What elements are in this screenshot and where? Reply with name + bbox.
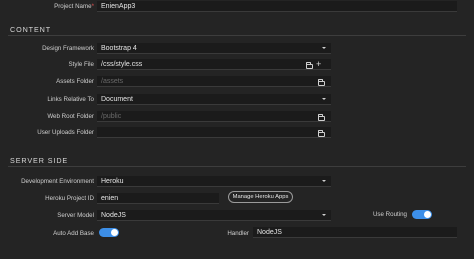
design-framework-select[interactable]: Bootstrap 4 (97, 43, 331, 54)
design-framework-label: Design Framework (42, 45, 94, 52)
design-framework-value: Bootstrap 4 (101, 45, 137, 52)
manage-heroku-apps-button[interactable]: Manage Heroku Apps (228, 191, 293, 203)
dev-environment-select[interactable]: Heroku (97, 176, 331, 187)
plus-icon[interactable]: + (316, 60, 321, 69)
assets-folder-input[interactable]: /assets (97, 76, 331, 87)
chevron-down-icon[interactable] (322, 47, 326, 49)
toggle-knob (111, 229, 118, 236)
server-side-section-heading: SERVER SIDE (10, 156, 69, 165)
server-model-label: Server Model (57, 212, 94, 219)
content-section-heading: CONTENT (10, 25, 52, 34)
chevron-down-icon[interactable] (322, 214, 326, 216)
heroku-project-id-label: Heroku Project ID (45, 195, 94, 202)
style-file-input[interactable]: /css/style.css (97, 59, 331, 70)
user-uploads-input[interactable] (97, 127, 331, 138)
auto-add-base-label: Auto Add Base (53, 230, 94, 237)
links-relative-value: Document (101, 96, 133, 103)
web-root-placeholder: /public (101, 113, 122, 120)
assets-folder-placeholder: /assets (101, 78, 124, 85)
links-relative-label: Links Relative To (47, 96, 94, 103)
server-side-divider (8, 166, 466, 167)
project-name-input[interactable]: EnienApp3 (97, 1, 457, 12)
project-name-text: Project Name (54, 3, 92, 10)
user-uploads-label: User Uploads Folder (37, 129, 94, 136)
style-file-value: /css/style.css (101, 61, 143, 68)
web-root-label: Web Root Folder (47, 113, 94, 120)
assets-folder-label: Assets Folder (56, 78, 94, 85)
project-name-value: EnienApp3 (101, 3, 136, 10)
heroku-project-id-value: enien (101, 195, 119, 202)
server-model-value: NodeJS (101, 212, 126, 219)
handler-label: Handler (227, 230, 249, 237)
required-mark: * (91, 3, 94, 10)
handler-input[interactable]: NodeJS (253, 227, 457, 238)
chevron-down-icon[interactable] (322, 98, 326, 100)
links-relative-select[interactable]: Document (97, 94, 331, 105)
folder-icon[interactable] (306, 62, 313, 69)
project-name-label: Project Name* (54, 3, 94, 10)
folder-icon[interactable] (318, 130, 325, 137)
dev-environment-label: Development Environment (21, 178, 94, 185)
content-divider (8, 35, 466, 36)
folder-icon[interactable] (318, 114, 325, 121)
folder-icon[interactable] (318, 79, 325, 86)
toggle-knob (424, 211, 431, 218)
use-routing-label: Use Routing (372, 211, 407, 218)
use-routing-toggle[interactable] (412, 210, 432, 219)
style-file-label: Style File (68, 61, 94, 68)
server-model-select[interactable]: NodeJS (97, 210, 331, 221)
auto-add-base-toggle[interactable] (99, 228, 119, 237)
chevron-down-icon[interactable] (322, 180, 326, 182)
handler-value: NodeJS (257, 229, 282, 236)
web-root-input[interactable]: /public (97, 111, 331, 122)
dev-environment-value: Heroku (101, 178, 124, 185)
heroku-project-id-input[interactable]: enien (97, 193, 219, 204)
